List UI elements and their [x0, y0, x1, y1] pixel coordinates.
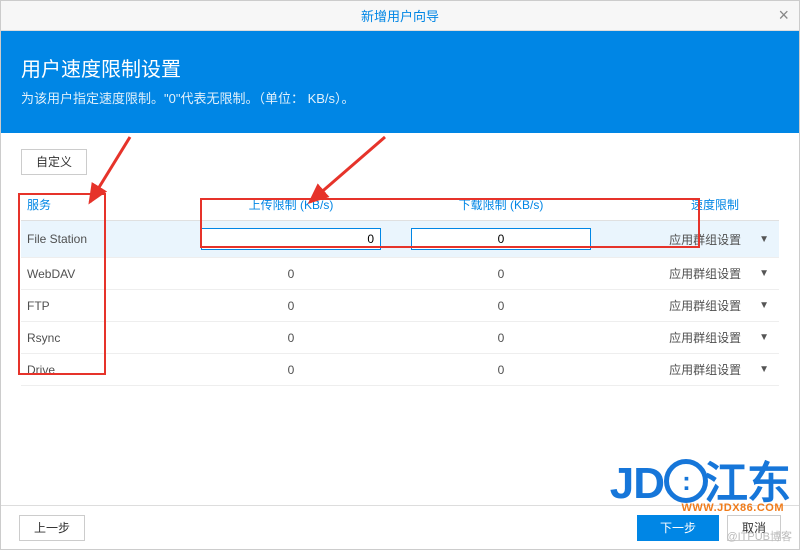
table-row[interactable]: File Station 应用群组设置 ▼ [21, 221, 779, 258]
next-button[interactable]: 下一步 [637, 515, 719, 541]
limit-dropdown[interactable]: 应用群组设置 [669, 361, 741, 378]
chevron-down-icon[interactable]: ▼ [759, 268, 769, 279]
limit-cell: 应用群组设置 ▼ [601, 258, 779, 290]
upload-input[interactable] [201, 228, 381, 250]
table-row[interactable]: Drive00应用群组设置▼ [21, 354, 779, 386]
col-service[interactable]: 服务 [21, 189, 181, 221]
limit-cell: 应用群组设置 ▼ [601, 290, 779, 322]
col-download[interactable]: 下载限制 (KB/s) [401, 189, 601, 221]
page-title: 用户速度限制设置 [21, 53, 779, 82]
table-body: File Station应用群组设置▼WebDAV00应用群组设置▼FTP00应… [21, 221, 779, 386]
limit-cell: 应用群组设置 ▼ [601, 354, 779, 386]
upload-cell: 0 [181, 290, 401, 322]
col-upload[interactable]: 上传限制 (KB/s) [181, 189, 401, 221]
close-icon[interactable]: × [778, 5, 789, 26]
custom-button[interactable]: 自定义 [21, 149, 87, 175]
chevron-down-icon[interactable]: ▼ [759, 332, 769, 343]
download-cell: 0 [401, 354, 601, 386]
service-cell: WebDAV [21, 258, 181, 290]
limit-cell: 应用群组设置 ▼ [601, 322, 779, 354]
service-cell: File Station [21, 221, 181, 258]
watermark-blog: @ITPUB博客 [726, 528, 792, 544]
footer: 上一步 下一步 取消 [1, 505, 799, 549]
watermark-logo: JD 江东 [610, 462, 790, 506]
col-limit[interactable]: 速度限制 [601, 189, 779, 221]
titlebar: 新增用户向导 × [1, 1, 799, 31]
table-row[interactable]: FTP00应用群组设置▼ [21, 290, 779, 322]
table-row[interactable]: WebDAV00应用群组设置▼ [21, 258, 779, 290]
limit-dropdown[interactable]: 应用群组设置 [669, 297, 741, 314]
limit-cell: 应用群组设置 ▼ [601, 221, 779, 258]
limit-dropdown[interactable]: 应用群组设置 [669, 231, 741, 248]
window-title: 新增用户向导 [361, 6, 439, 25]
download-input[interactable] [411, 228, 591, 250]
service-cell: Drive [21, 354, 181, 386]
service-cell: Rsync [21, 322, 181, 354]
upload-cell: 0 [181, 258, 401, 290]
page-subtitle: 为该用户指定速度限制。"0"代表无限制。（单位： KB/s）。 [21, 88, 779, 107]
limit-dropdown[interactable]: 应用群组设置 [669, 329, 741, 346]
download-cell: 0 [401, 290, 601, 322]
content-area: 自定义 服务 上传限制 (KB/s) 下载限制 (KB/s) 速度限制 File… [1, 133, 799, 505]
upload-cell: 0 [181, 354, 401, 386]
prev-button[interactable]: 上一步 [19, 515, 85, 541]
download-cell [401, 221, 601, 258]
chevron-down-icon[interactable]: ▼ [759, 234, 769, 245]
upload-cell: 0 [181, 322, 401, 354]
download-cell: 0 [401, 322, 601, 354]
logo-circle-icon [664, 459, 708, 503]
watermark-url: WWW.JDX86.COM [682, 502, 784, 514]
chevron-down-icon[interactable]: ▼ [759, 300, 769, 311]
limit-dropdown[interactable]: 应用群组设置 [669, 265, 741, 282]
download-cell: 0 [401, 258, 601, 290]
upload-cell [181, 221, 401, 258]
service-cell: FTP [21, 290, 181, 322]
wizard-header: 用户速度限制设置 为该用户指定速度限制。"0"代表无限制。（单位： KB/s）。 [1, 31, 799, 133]
speed-limit-table: 服务 上传限制 (KB/s) 下载限制 (KB/s) 速度限制 File Sta… [21, 189, 779, 386]
table-row[interactable]: Rsync00应用群组设置▼ [21, 322, 779, 354]
chevron-down-icon[interactable]: ▼ [759, 364, 769, 375]
